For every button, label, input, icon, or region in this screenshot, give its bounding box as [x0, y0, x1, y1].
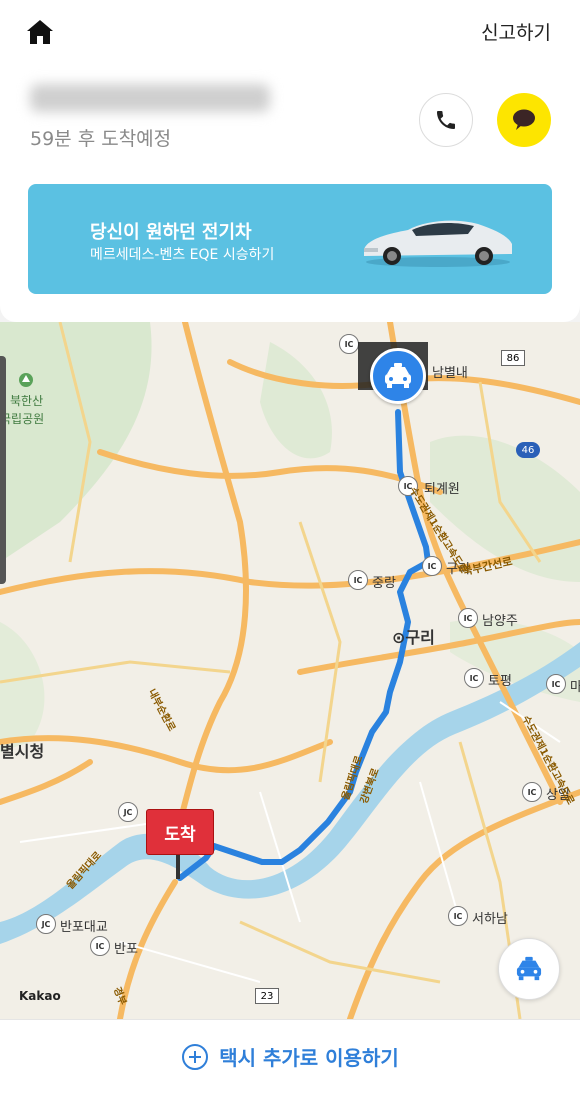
map-label-nambyeolnae: 남별내: [432, 366, 468, 381]
eta-text: 59분 후 도착예정: [30, 128, 172, 150]
add-taxi-label: 택시 추가로 이용하기: [219, 1046, 399, 1070]
map-label-banpo-bridge: 반포대교: [60, 920, 108, 935]
map-label-jungnang: 중랑: [372, 576, 396, 591]
map-label-seohanam: 서하남: [472, 912, 508, 927]
taxi-location-marker[interactable]: [370, 348, 426, 404]
jc-badge: JC: [118, 802, 138, 822]
home-icon: [27, 20, 53, 44]
add-taxi-button[interactable]: 택시 추가로 이용하기: [0, 1019, 580, 1093]
route-shield: 23: [255, 988, 279, 1004]
jc-badge: JC: [36, 914, 56, 934]
taxi-icon: [385, 363, 411, 388]
ic-badge: IC: [448, 906, 468, 926]
map-label-bukhansan: 북한산: [10, 394, 44, 408]
map-label-city-hall: 별시청: [0, 742, 45, 761]
map-label-guri: ⊙구리: [392, 628, 435, 647]
banner-title: 당신이 원하던 전기차: [90, 222, 252, 243]
route-shield: 86: [501, 350, 525, 366]
taxi-icon: [516, 956, 542, 981]
taxi-recenter-button[interactable]: [498, 938, 560, 1000]
ad-banner[interactable]: 당신이 원하던 전기차 메르세데스-벤츠 EQE 시승하기: [28, 184, 552, 294]
map-label-toegyewon: 퇴계원: [424, 482, 460, 497]
banner-subtitle: 메르세데스-벤츠 EQE 시승하기: [90, 247, 275, 263]
map-label-ma: 마: [570, 680, 580, 695]
ic-badge: IC: [348, 570, 368, 590]
plus-circle-icon: [182, 1043, 209, 1070]
map-label-namyangju: 남양주: [482, 614, 518, 629]
destination-pole: [176, 855, 180, 879]
route-shield: 46: [516, 442, 540, 458]
ic-badge: IC: [458, 608, 478, 628]
park-icon: [19, 373, 33, 387]
report-button[interactable]: 신고하기: [481, 18, 551, 45]
ic-badge: IC: [546, 674, 566, 694]
car-image: [364, 220, 512, 267]
map-label-topyeong: 토평: [488, 674, 512, 689]
chat-driver-button[interactable]: [497, 93, 551, 147]
ic-badge: IC: [339, 334, 359, 354]
destination-marker: 도착: [146, 809, 214, 855]
chat-bubble-icon: [513, 109, 535, 130]
driver-info-blurred: [30, 84, 270, 112]
point-icon: ⊙: [392, 628, 406, 647]
ic-badge: IC: [90, 936, 110, 956]
home-button[interactable]: [24, 16, 56, 48]
map-label-national-park: 국립공원: [0, 412, 45, 426]
ride-info-sheet: 신고하기 59분 후 도착예정 당신이 원하던 전기차 메르세데스-벤츠 EQE…: [0, 0, 580, 322]
kakao-map-logo: Kakao: [19, 989, 61, 1003]
map-label-banpo: 반포: [114, 942, 138, 957]
ic-badge: IC: [522, 782, 542, 802]
side-panel-handle[interactable]: [0, 356, 6, 584]
map-view[interactable]: 북한산 국립공원 별시청 ⊙구리 IC 남별내 IC 퇴계원 IC 중랑 IC …: [0, 322, 580, 1019]
ic-badge: IC: [464, 668, 484, 688]
phone-icon: [437, 111, 455, 129]
ic-badge: IC: [422, 556, 442, 576]
call-driver-button[interactable]: [419, 93, 473, 147]
